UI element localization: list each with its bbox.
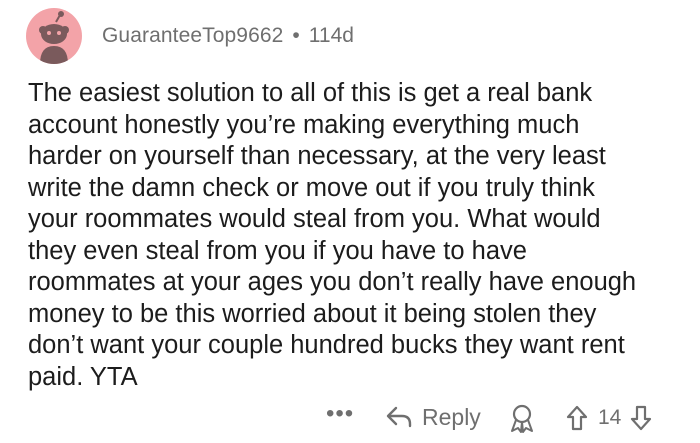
comment-card: GuaranteeTop9662 • 114d The easiest solu… bbox=[0, 0, 700, 443]
comment-line: The easiest solution to all of this is g… bbox=[28, 79, 593, 107]
upvote-arrow-icon[interactable] bbox=[565, 404, 589, 432]
comment-body: The easiest solution to all of this is g… bbox=[28, 78, 683, 393]
comment-header: GuaranteeTop9662 • 114d bbox=[26, 8, 354, 64]
comment-line: money to be this worried about it being … bbox=[28, 299, 597, 328]
more-options-button[interactable]: ••• bbox=[326, 402, 354, 426]
comment-line: harder on yourself than necessary, at th… bbox=[28, 142, 606, 170]
comment-line: paid. YTA bbox=[28, 362, 138, 391]
award-icon bbox=[511, 404, 533, 433]
reply-button[interactable]: Reply bbox=[384, 400, 481, 434]
user-avatar[interactable] bbox=[26, 8, 82, 64]
comment-line: they even steal from you if you have to … bbox=[28, 236, 527, 265]
award-button[interactable] bbox=[508, 404, 536, 439]
snoo-avatar-icon bbox=[39, 11, 69, 64]
meta-separator: • bbox=[292, 24, 300, 47]
vote-count: 14 bbox=[598, 406, 622, 429]
comment-line: your roommates would steal from you. Wha… bbox=[28, 205, 601, 233]
comment-line: don’t want your couple hundred bucks the… bbox=[28, 331, 625, 359]
downvote-arrow-icon[interactable] bbox=[629, 404, 653, 432]
comment-actions: ••• Reply 14 bbox=[0, 398, 700, 438]
comment-age: 114d bbox=[308, 24, 354, 47]
comment-line: write the damn check or move out if you … bbox=[28, 173, 595, 202]
reply-label: Reply bbox=[422, 403, 481, 430]
comment-line: roommates at your ages you don’t really … bbox=[28, 268, 637, 296]
username[interactable]: GuaranteeTop9662 bbox=[102, 24, 283, 48]
reply-arrow-icon bbox=[386, 406, 412, 428]
vote-control: 14 bbox=[565, 402, 653, 434]
comment-line: account honestly you’re making everythin… bbox=[28, 110, 580, 139]
